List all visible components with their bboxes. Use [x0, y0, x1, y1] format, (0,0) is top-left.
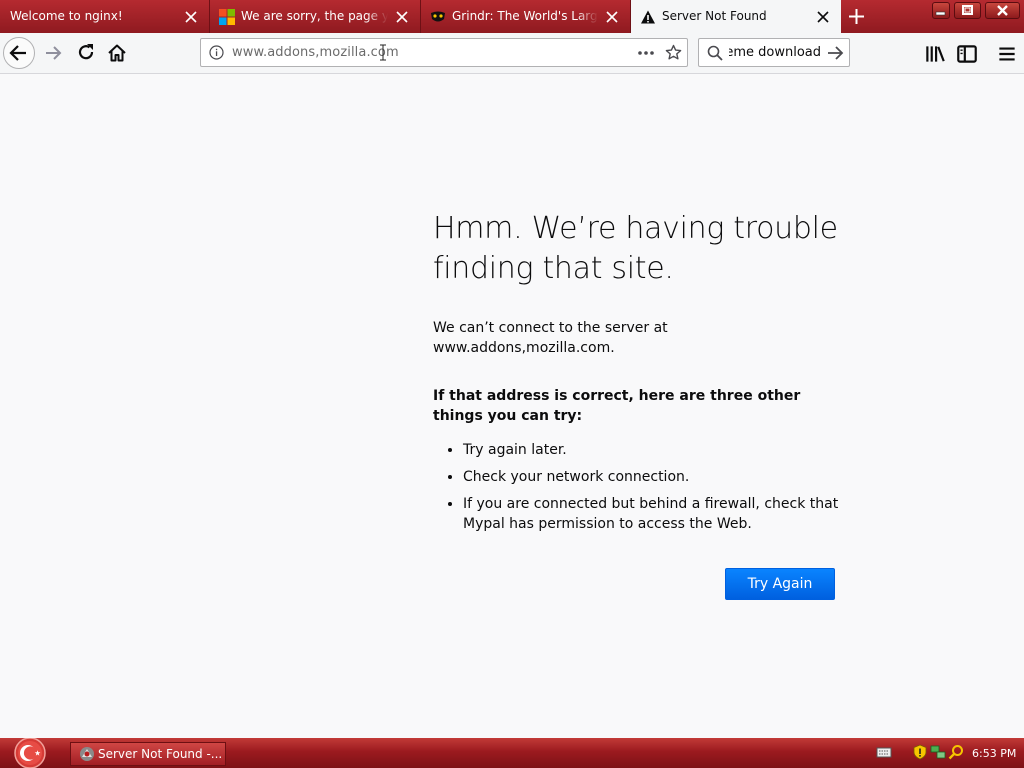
search-tray-icon[interactable]	[948, 744, 964, 760]
suggestion-item: Try again later.	[463, 440, 843, 460]
new-tab-plus-icon[interactable]	[848, 8, 865, 25]
search-icon	[707, 45, 723, 61]
sidebar-toggle-icon[interactable]	[955, 42, 979, 66]
tab-title: Grindr: The World's Largest Social	[452, 9, 598, 23]
close-window-button[interactable]	[985, 2, 1020, 19]
go-arrow-icon[interactable]	[827, 45, 844, 61]
tab-strip: Welcome to nginx! We are sorry, the page…	[0, 0, 1024, 34]
error-suggestions-heading: If that address is correct, here are thr…	[433, 388, 801, 424]
error-short-description: We can’t connect to the server at www.ad…	[433, 320, 668, 356]
security-shield-icon[interactable]	[912, 744, 928, 760]
minimize-icon	[935, 11, 946, 16]
close-icon[interactable]	[185, 11, 197, 23]
try-again-button[interactable]: Try Again	[725, 568, 835, 600]
close-icon[interactable]	[606, 11, 618, 23]
error-page-container: Hmm. We’re having trouble finding that s…	[433, 209, 843, 541]
suggestion-item: If you are connected but behind a firewa…	[463, 494, 843, 534]
tab-title: We are sorry, the page you requested	[241, 9, 388, 23]
start-button-icon[interactable]	[10, 738, 50, 768]
info-icon[interactable]	[209, 45, 224, 60]
restore-icon	[962, 5, 973, 15]
taskbar-item-label: Server Not Found -...	[98, 747, 223, 761]
network-icon[interactable]	[930, 744, 946, 760]
restore-button[interactable]	[954, 2, 981, 19]
minimize-button[interactable]	[932, 2, 950, 19]
tab-title: Welcome to nginx!	[10, 9, 123, 23]
close-icon[interactable]	[396, 11, 408, 23]
tab-server-not-found[interactable]: Server Not Found	[631, 0, 841, 34]
close-icon[interactable]	[817, 11, 829, 23]
suggestion-item: Check your network connection.	[463, 467, 843, 487]
tab-microsoft[interactable]: We are sorry, the page you requested	[210, 0, 421, 33]
url-text[interactable]: www.addons,mozilla.com	[232, 39, 399, 67]
system-clock[interactable]: 6:53 PM	[972, 747, 1016, 760]
taskbar-item-browser[interactable]: Server Not Found -...	[70, 742, 226, 766]
reload-icon[interactable]	[74, 41, 98, 65]
warning-icon	[641, 10, 655, 24]
back-button[interactable]	[3, 37, 35, 69]
tab-nginx[interactable]: Welcome to nginx!	[0, 0, 210, 33]
search-bar[interactable]: theme download	[698, 38, 850, 67]
tab-title: Server Not Found	[662, 9, 767, 23]
search-input[interactable]: theme download	[729, 39, 821, 66]
bookmark-star-icon[interactable]	[665, 44, 682, 61]
suggestions-list: Try again later. Check your network conn…	[433, 440, 843, 534]
error-title: Hmm. We’re having trouble finding that s…	[433, 211, 838, 286]
page-actions-icon[interactable]	[637, 46, 655, 60]
home-icon[interactable]	[105, 41, 129, 65]
library-icon[interactable]	[923, 42, 947, 66]
keyboard-icon[interactable]	[876, 744, 892, 760]
browser-app-icon	[80, 747, 94, 761]
navigation-toolbar: www.addons,mozilla.com theme download	[0, 33, 1024, 74]
url-bar[interactable]: www.addons,mozilla.com	[200, 38, 688, 67]
tab-grindr[interactable]: Grindr: The World's Largest Social	[421, 0, 631, 33]
hamburger-menu-icon[interactable]	[995, 42, 1019, 66]
back-arrow-icon	[9, 45, 26, 61]
microsoft-logo-icon	[219, 9, 235, 25]
close-window-icon	[997, 5, 1008, 16]
forward-arrow-icon[interactable]	[42, 41, 66, 65]
text-cursor-icon	[380, 44, 386, 61]
grindr-mask-icon	[431, 11, 445, 22]
